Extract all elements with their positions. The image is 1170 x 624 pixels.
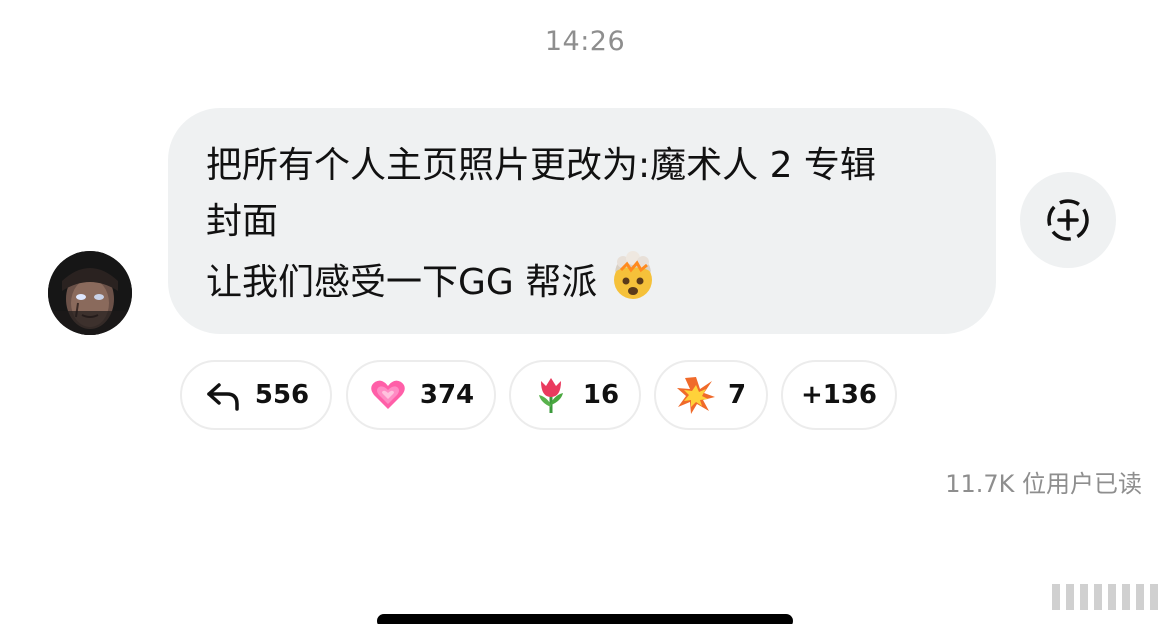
chat-screen: 14:26 把所有个人主页照片更改为:魔术人 2 专辑 封面 让我们感受一下GG…: [0, 0, 1170, 624]
reaction-count-heart: 374: [419, 380, 475, 410]
message-text-line-3: 让我们感受一下GG 帮派: [206, 250, 960, 311]
reaction-count-collision: 7: [727, 380, 747, 410]
message-bubble[interactable]: 把所有个人主页照片更改为:魔术人 2 专辑 封面 让我们感受一下GG 帮派: [168, 108, 996, 334]
avatar-image: [48, 251, 132, 335]
reaction-count-reply: 556: [254, 380, 310, 410]
reaction-chip-collision[interactable]: 7: [654, 360, 768, 430]
reaction-chip-tulip[interactable]: 16: [509, 360, 641, 430]
reaction-chip-reply[interactable]: 556: [180, 360, 332, 430]
read-receipt: 11.7K 位用户已读: [945, 470, 1142, 498]
growing-heart-icon: [368, 375, 408, 415]
message-text-line-1: 把所有个人主页照片更改为:魔术人 2 专辑: [206, 145, 876, 186]
reaction-count-more: +136: [800, 380, 878, 410]
reaction-count-tulip: 16: [582, 380, 620, 410]
add-reaction-icon: [1047, 199, 1089, 241]
avatar[interactable]: [48, 251, 132, 335]
collision-icon: [676, 375, 716, 415]
add-reaction-button[interactable]: [1020, 172, 1116, 268]
reply-arrow-icon: [203, 375, 243, 415]
reaction-chip-more[interactable]: +136: [781, 360, 897, 430]
message-timestamp: 14:26: [544, 26, 626, 57]
home-indicator[interactable]: [377, 614, 793, 624]
watermark-icon: [1052, 584, 1158, 610]
message-text-line-3-text: 让我们感受一下GG 帮派: [206, 262, 598, 303]
message-text-line-2: 封面: [206, 201, 279, 242]
exploding-head-icon: [607, 250, 659, 302]
tulip-icon: [531, 375, 571, 415]
reaction-chip-heart[interactable]: 374: [346, 360, 496, 430]
